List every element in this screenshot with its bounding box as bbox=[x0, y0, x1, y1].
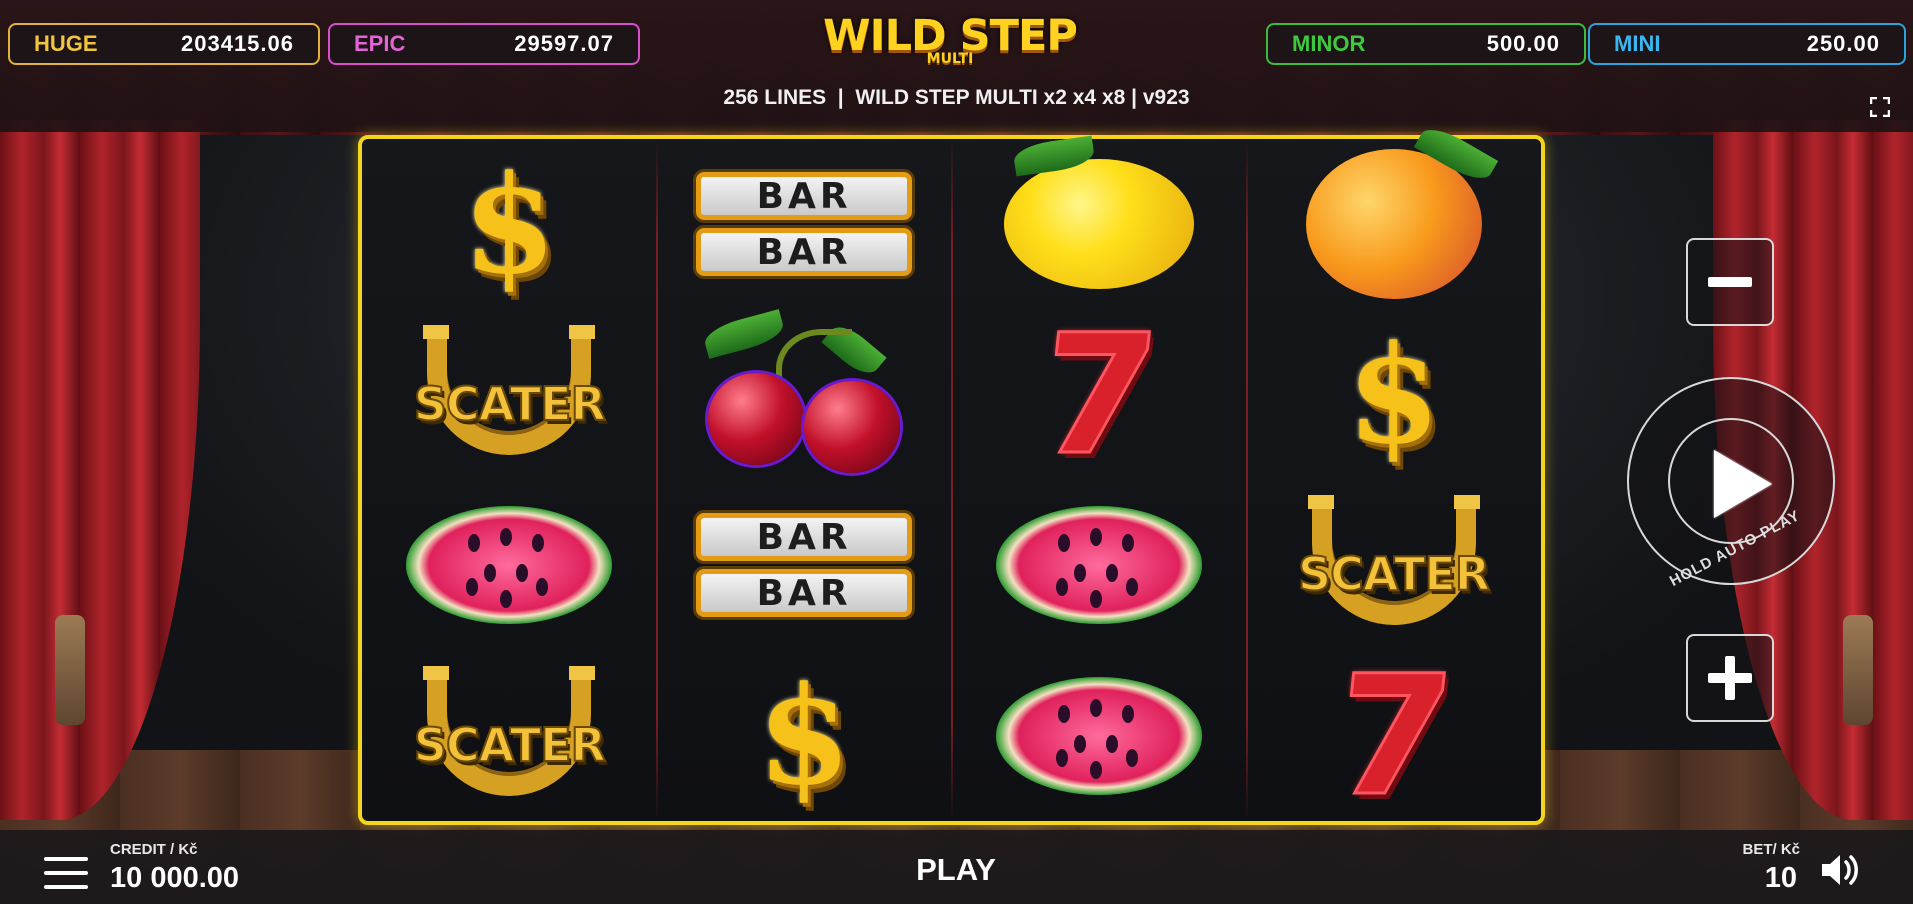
seed bbox=[1057, 704, 1070, 723]
seed bbox=[1073, 734, 1086, 753]
cherry bbox=[804, 380, 901, 473]
watermelon-symbol bbox=[406, 506, 613, 625]
seed bbox=[1089, 760, 1102, 779]
tassel-right bbox=[1843, 615, 1873, 725]
orange-symbol bbox=[1305, 121, 1498, 300]
jackpot-minor-label: MINOR bbox=[1292, 31, 1366, 56]
jackpot-mini-value: 250.00 bbox=[1806, 31, 1880, 56]
seed bbox=[1125, 748, 1138, 767]
dollar-symbol: $ bbox=[1346, 315, 1441, 475]
reel-cell bbox=[952, 135, 1247, 310]
bet-value: 10 bbox=[1764, 862, 1797, 894]
seed bbox=[1105, 564, 1118, 583]
scatter-symbol: SCATER bbox=[389, 324, 629, 465]
seed bbox=[1125, 578, 1138, 597]
reel-cell bbox=[362, 480, 657, 651]
seed bbox=[1089, 528, 1102, 547]
seven-symbol: 7 bbox=[1325, 638, 1463, 833]
cherry-symbol bbox=[701, 308, 904, 473]
scatter-text: SCATER bbox=[1297, 546, 1491, 602]
reel-cell bbox=[657, 308, 952, 481]
bar-plate: BAR bbox=[696, 228, 913, 277]
bar-plate: BAR bbox=[696, 569, 913, 618]
seed bbox=[1055, 748, 1068, 767]
dollar-symbol: $ bbox=[462, 144, 557, 304]
credit-value: 10 000.00 bbox=[110, 862, 240, 894]
reel-cell bbox=[952, 651, 1247, 822]
bar-plate: BAR bbox=[696, 172, 913, 221]
reel-cell: 7 bbox=[1246, 638, 1541, 833]
bet-increase-button[interactable] bbox=[1686, 634, 1774, 722]
seed bbox=[1073, 564, 1086, 583]
jackpot-mini-label: MINI bbox=[1614, 31, 1661, 56]
seed bbox=[516, 564, 529, 583]
seven-symbol: 7 bbox=[1030, 297, 1168, 492]
leaf bbox=[1012, 135, 1096, 177]
speaker-icon[interactable] bbox=[1818, 850, 1862, 890]
seed bbox=[484, 564, 497, 583]
reel-grid: $ BAR BAR SCATER 7 $ BAR BAR SCATER SCATER $7 bbox=[358, 121, 1545, 833]
lemon-symbol bbox=[1003, 135, 1194, 290]
reel-cell: BAR BAR bbox=[657, 139, 952, 310]
bar-symbol: BAR BAR bbox=[696, 513, 913, 618]
seed bbox=[1089, 590, 1102, 609]
scatter-text: SCATER bbox=[413, 376, 607, 432]
play-icon bbox=[1714, 450, 1772, 518]
seed bbox=[1105, 734, 1118, 753]
reel-cell: SCATER bbox=[362, 651, 657, 822]
jackpot-huge-value: 203415.06 bbox=[181, 31, 294, 56]
bet-label: BET/ Kč bbox=[1742, 841, 1800, 858]
play-button[interactable]: PLAY bbox=[856, 852, 1056, 888]
seed bbox=[536, 578, 549, 597]
reel-cell bbox=[1246, 121, 1541, 310]
scatter-symbol: SCATER bbox=[1274, 495, 1514, 635]
seed bbox=[500, 590, 513, 609]
jackpot-huge-label: HUGE bbox=[34, 31, 98, 56]
reel-cell: 7 bbox=[952, 297, 1247, 492]
jackpot-epic-label: EPIC bbox=[354, 31, 406, 56]
scatter-text: SCATER bbox=[413, 717, 607, 773]
plus-icon-vertical bbox=[1725, 656, 1735, 700]
reel-cell: $ bbox=[362, 139, 657, 310]
seed bbox=[1121, 704, 1134, 723]
game-info-line: 256 LINES | WILD STEP MULTI x2 x4 x8 | v… bbox=[723, 86, 1190, 109]
jackpot-minor-value: 500.00 bbox=[1486, 31, 1560, 56]
leaf bbox=[701, 308, 787, 359]
jackpot-epic: EPIC 29597.07 bbox=[328, 23, 640, 65]
reel-cell: SCATER bbox=[1246, 480, 1541, 651]
bar-plate: BAR bbox=[696, 513, 913, 562]
reel-cell: $ bbox=[657, 651, 952, 822]
seed bbox=[1089, 698, 1102, 717]
dollar-symbol: $ bbox=[757, 656, 852, 816]
seed bbox=[466, 578, 479, 597]
reel-cell: SCATER bbox=[362, 310, 657, 481]
menu-icon[interactable] bbox=[44, 857, 88, 889]
seed bbox=[532, 534, 545, 553]
fullscreen-icon[interactable] bbox=[1870, 97, 1890, 117]
seed bbox=[500, 528, 513, 547]
jackpot-huge: HUGE 203415.06 bbox=[8, 23, 320, 65]
reel-cell: BAR BAR bbox=[657, 480, 952, 651]
reel-cell bbox=[952, 480, 1247, 651]
tassel-left bbox=[55, 615, 85, 725]
watermelon-symbol bbox=[995, 676, 1202, 795]
seed bbox=[1055, 578, 1068, 597]
bet-decrease-button[interactable] bbox=[1686, 238, 1774, 326]
credit-label: CREDIT / Kč bbox=[110, 841, 198, 858]
jackpot-epic-value: 29597.07 bbox=[514, 31, 614, 56]
jackpot-minor: MINOR 500.00 bbox=[1266, 23, 1586, 65]
cherry bbox=[708, 372, 805, 465]
scatter-symbol: SCATER bbox=[389, 665, 629, 806]
reel-cell: $ bbox=[1246, 310, 1541, 481]
minus-icon bbox=[1708, 277, 1752, 287]
seed bbox=[1121, 534, 1134, 553]
bar-symbol: BAR BAR bbox=[696, 172, 913, 277]
jackpot-mini: MINI 250.00 bbox=[1588, 23, 1906, 65]
game-logo: WILD STEP MULTI bbox=[820, 14, 1080, 66]
seed bbox=[1057, 534, 1070, 553]
seed bbox=[468, 534, 481, 553]
watermelon-symbol bbox=[995, 506, 1202, 625]
